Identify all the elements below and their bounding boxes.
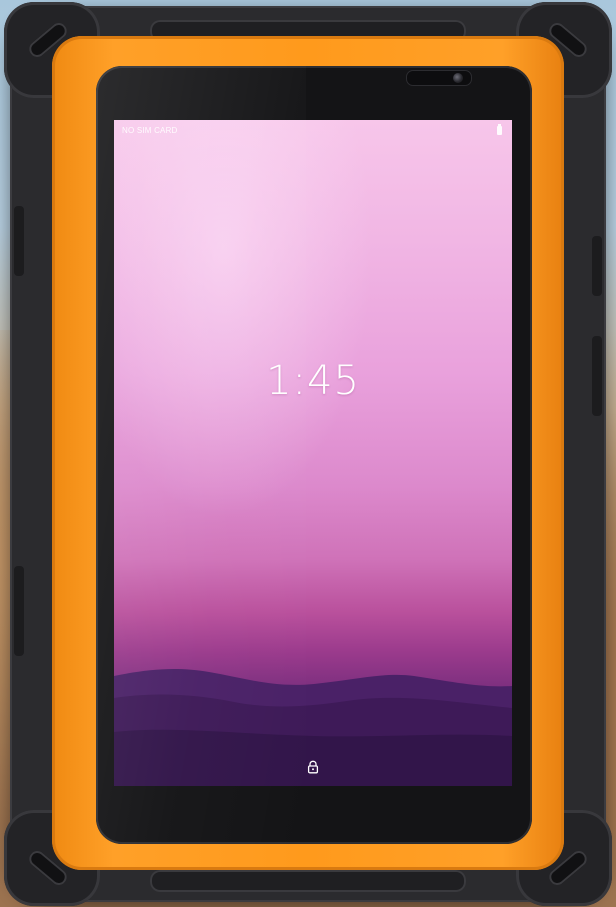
left-side-port-cover — [14, 566, 24, 656]
front-camera-icon — [453, 73, 463, 83]
carrier-status-text: NO SIM CARD — [122, 126, 178, 135]
bottom-edge-ridge — [150, 870, 466, 892]
front-camera-housing — [406, 70, 472, 86]
left-side-port-cover — [14, 206, 24, 276]
volume-button[interactable] — [592, 336, 602, 416]
lock-screen-clock: 1:45 — [266, 358, 360, 404]
wallpaper-glow — [114, 120, 374, 520]
lock-icon[interactable] — [306, 760, 320, 774]
battery-icon — [497, 124, 502, 135]
power-button[interactable] — [592, 236, 602, 296]
screen-bezel: NO SIM CARD 1:45 — [96, 66, 532, 844]
lock-screen[interactable]: NO SIM CARD 1:45 — [114, 120, 512, 786]
